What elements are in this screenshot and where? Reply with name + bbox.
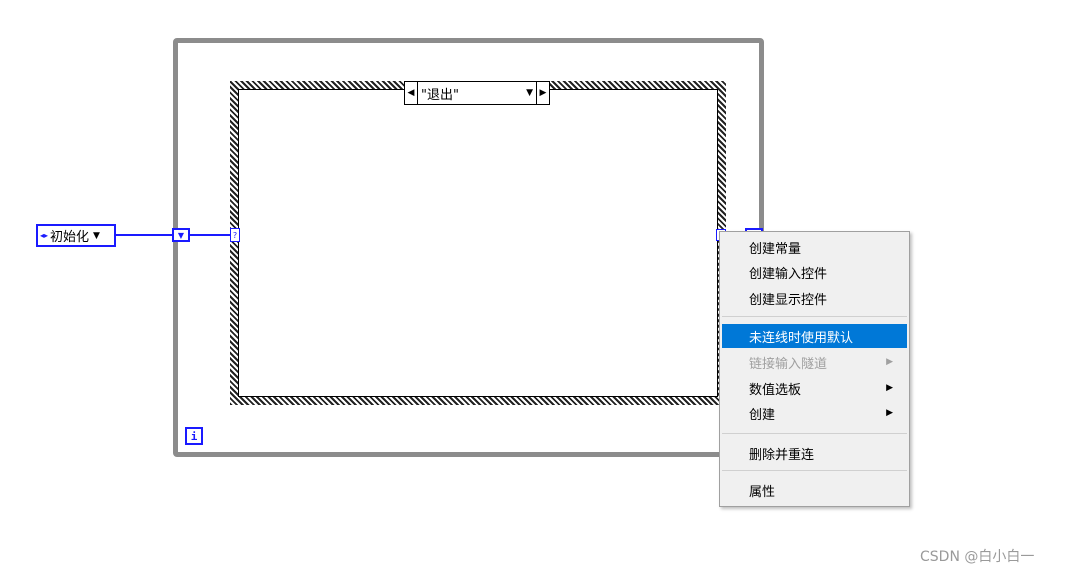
case-next-arrow-icon[interactable]: ▶ bbox=[536, 82, 549, 104]
chevron-down-icon[interactable]: ▼ bbox=[526, 88, 533, 98]
submenu-arrow-icon: ▶ bbox=[886, 408, 893, 418]
menu-separator bbox=[722, 433, 907, 434]
shift-register-arrow-icon: ▼ bbox=[177, 230, 185, 240]
iteration-terminal[interactable]: i bbox=[185, 427, 203, 445]
menu-item-label: 创建常量 bbox=[749, 241, 802, 257]
chevron-down-icon[interactable]: ▼ bbox=[93, 231, 100, 241]
case-selector-label[interactable]: ◀ "退出" ▼ ▶ bbox=[404, 81, 550, 105]
iteration-terminal-label: i bbox=[190, 429, 198, 443]
case-structure-diagram[interactable] bbox=[238, 89, 718, 397]
case-prev-arrow-icon[interactable]: ◀ bbox=[405, 82, 418, 104]
menu-item-label: 创建显示控件 bbox=[749, 292, 828, 308]
submenu-arrow-icon: ▶ bbox=[886, 383, 893, 393]
case-selector-value: "退出" bbox=[421, 87, 459, 103]
menu-item-delete-and-rewire[interactable]: 删除并重连 bbox=[722, 441, 907, 465]
menu-item-create-constant[interactable]: 创建常量 bbox=[722, 235, 907, 259]
context-menu[interactable]: 创建常量 创建输入控件 创建显示控件 未连线时使用默认 链接输入隧道 ▶ 数值选… bbox=[719, 231, 910, 507]
menu-separator bbox=[722, 470, 907, 471]
menu-item-create[interactable]: 创建 ▶ bbox=[722, 401, 907, 425]
enum-constant[interactable]: ◂▸ 初始化 ▼ bbox=[36, 224, 116, 247]
wire-shift-register-to-selector[interactable] bbox=[190, 234, 231, 236]
menu-item-use-default-if-unwired[interactable]: 未连线时使用默认 bbox=[722, 324, 907, 348]
menu-item-link-input-tunnel[interactable]: 链接输入隧道 ▶ bbox=[722, 350, 907, 374]
menu-item-label: 链接输入隧道 bbox=[749, 356, 828, 372]
submenu-arrow-icon: ▶ bbox=[886, 357, 893, 367]
wire-enum-to-shift-register[interactable] bbox=[116, 234, 173, 236]
shift-register-left[interactable]: ▼ bbox=[172, 228, 190, 242]
menu-item-label: 创建 bbox=[749, 407, 776, 423]
menu-item-properties[interactable]: 属性 bbox=[722, 478, 907, 502]
menu-item-label: 属性 bbox=[749, 484, 776, 500]
case-selector-terminal[interactable]: ? bbox=[230, 228, 240, 242]
menu-item-label: 数值选板 bbox=[749, 382, 802, 398]
menu-item-numeric-palette[interactable]: 数值选板 ▶ bbox=[722, 376, 907, 400]
question-icon: ? bbox=[232, 230, 238, 240]
enum-constant-value: 初始化 bbox=[50, 230, 90, 245]
menu-item-label: 删除并重连 bbox=[749, 447, 815, 463]
menu-item-create-indicator[interactable]: 创建显示控件 bbox=[722, 286, 907, 310]
menu-item-create-control[interactable]: 创建输入控件 bbox=[722, 260, 907, 284]
watermark: CSDN @白小白一 bbox=[920, 549, 1035, 565]
menu-separator bbox=[722, 316, 907, 317]
case-selector-value-box[interactable]: "退出" ▼ bbox=[418, 84, 536, 103]
menu-item-label: 创建输入控件 bbox=[749, 266, 828, 282]
increment-decrement-icon[interactable]: ◂▸ bbox=[40, 231, 48, 240]
menu-item-label: 未连线时使用默认 bbox=[749, 330, 854, 346]
